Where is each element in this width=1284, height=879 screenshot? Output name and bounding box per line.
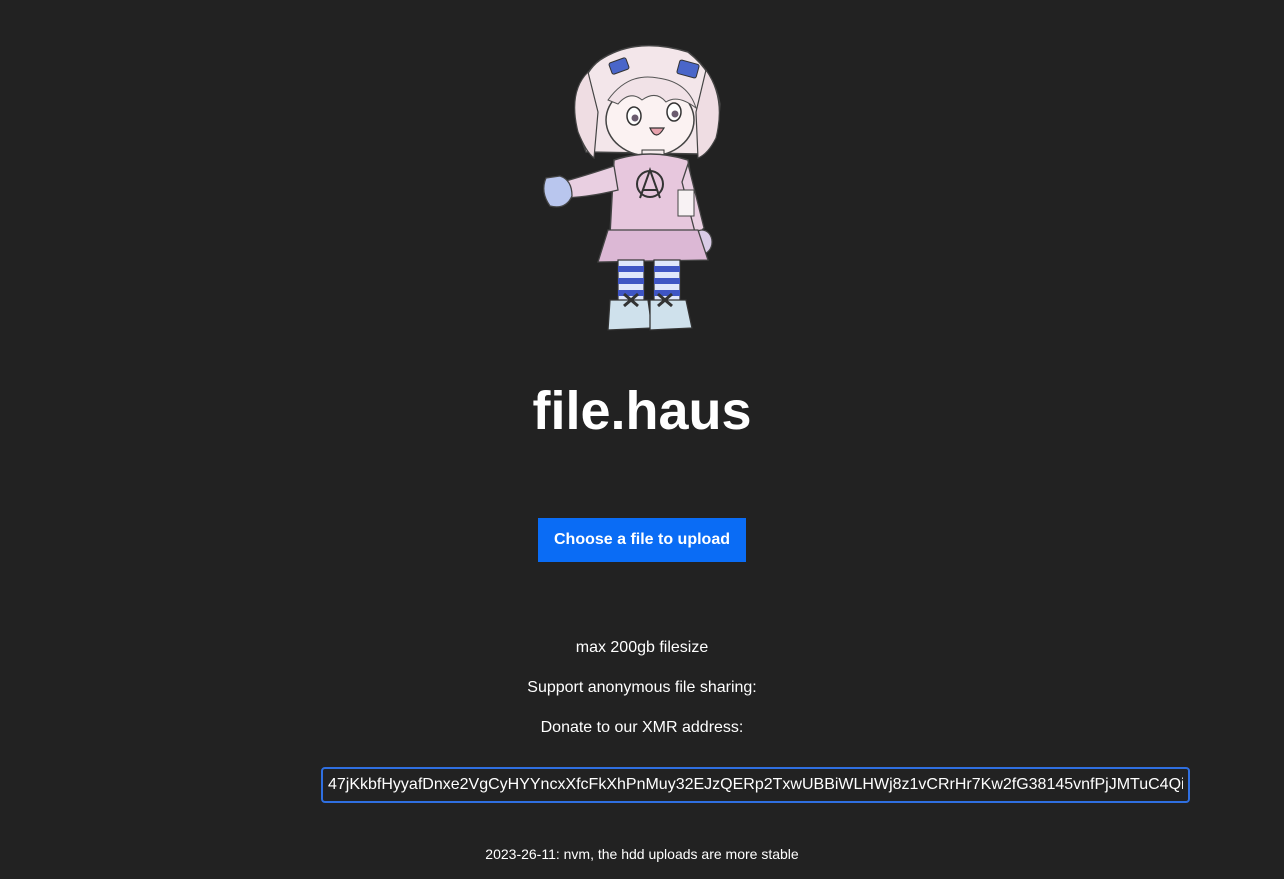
xmr-address-field[interactable] <box>321 767 1190 803</box>
site-title: file.haus <box>532 381 752 441</box>
choose-file-button[interactable]: Choose a file to upload <box>538 518 746 562</box>
page: file.haus Choose a file to upload max 20… <box>0 0 1284 879</box>
support-text: Support anonymous file sharing: <box>527 679 757 696</box>
donate-text: Donate to our XMR address: <box>540 719 744 736</box>
mascot-illustration <box>543 44 721 331</box>
news-update-text: 2023-26-11: nvm, the hdd uploads are mor… <box>485 846 799 862</box>
max-filesize-text: max 200gb filesize <box>575 639 709 656</box>
